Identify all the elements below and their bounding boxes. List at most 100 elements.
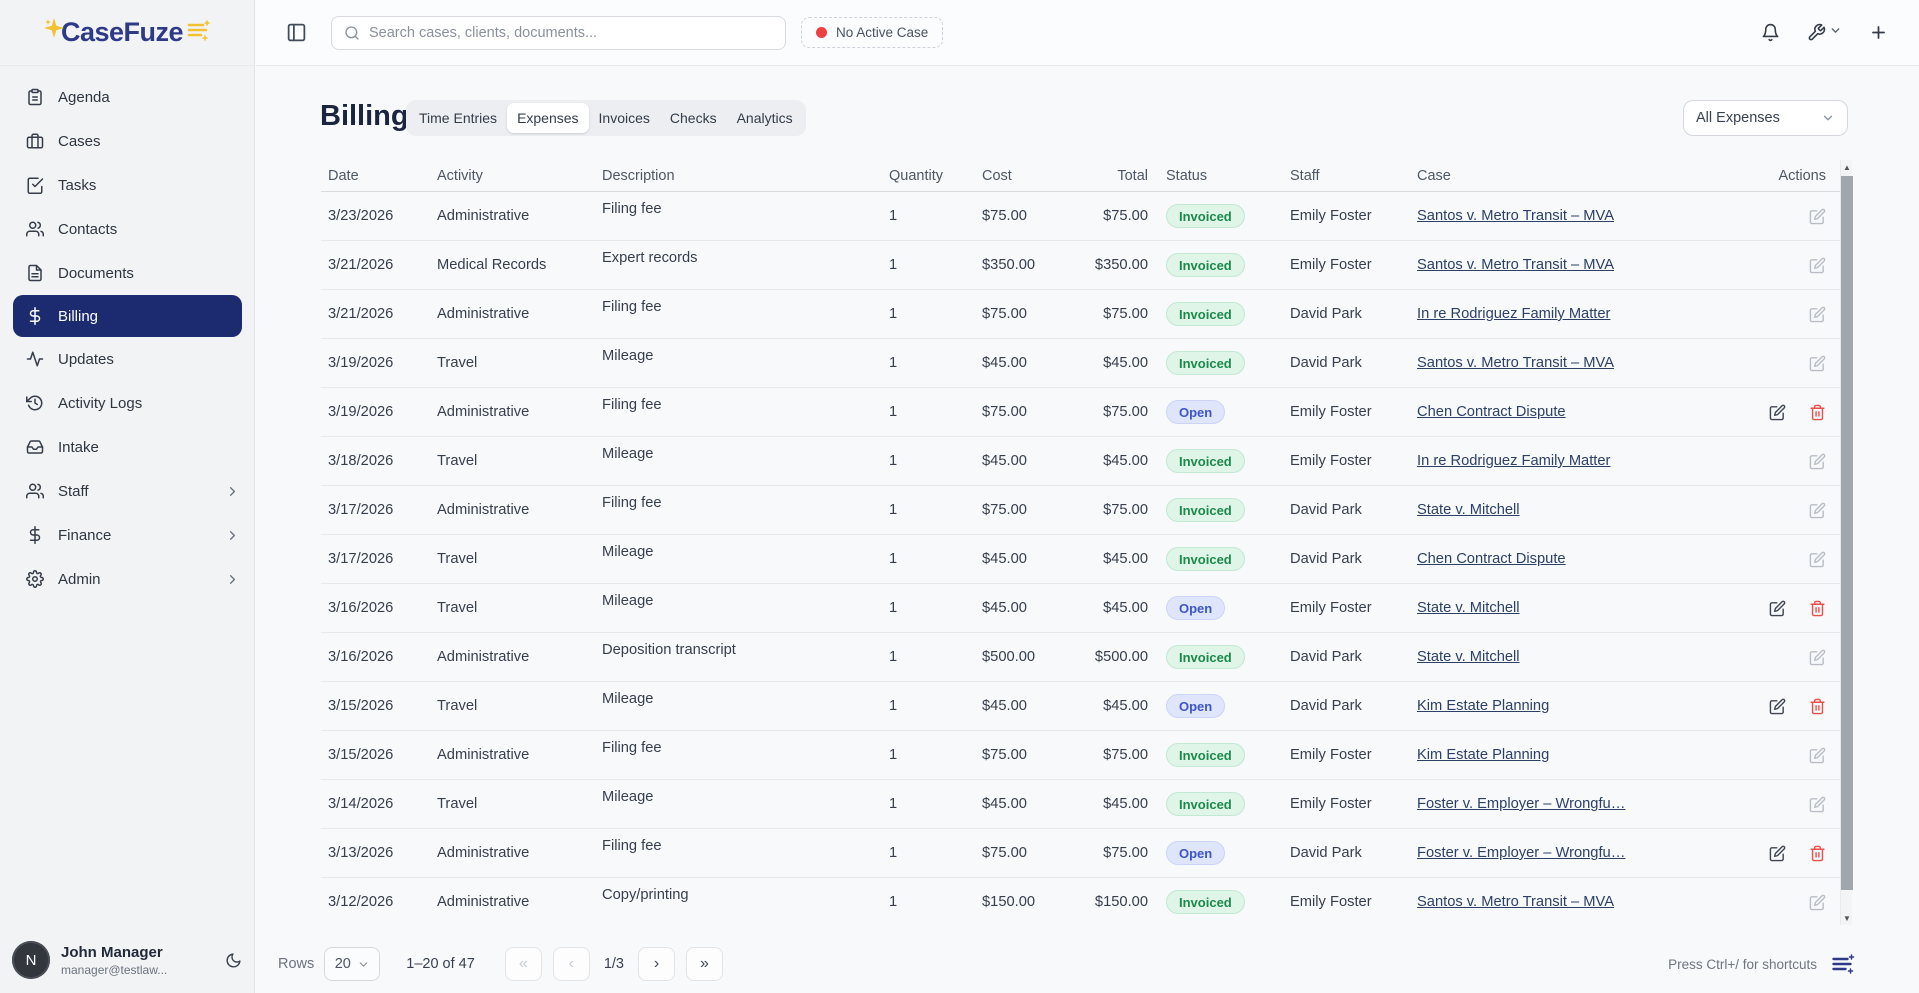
table-scrollbar[interactable]: ▲ ▼ xyxy=(1840,160,1852,925)
cell-date: 3/15/2026 xyxy=(328,682,437,730)
rows-per-page-select[interactable]: 20 xyxy=(324,947,380,981)
notifications-button[interactable] xyxy=(1761,23,1780,42)
scroll-up-icon[interactable]: ▲ xyxy=(1841,160,1853,174)
edit-icon[interactable] xyxy=(1809,796,1826,813)
edit-icon[interactable] xyxy=(1769,404,1786,421)
sidebar-item-admin[interactable]: Admin xyxy=(0,557,254,601)
cell-status: Invoiced xyxy=(1148,290,1290,338)
edit-icon[interactable] xyxy=(1769,600,1786,617)
search-input[interactable] xyxy=(369,25,773,41)
edit-icon[interactable] xyxy=(1809,306,1826,323)
logo-lines-icon xyxy=(185,18,211,47)
delete-icon[interactable] xyxy=(1809,600,1826,617)
add-new-button[interactable] xyxy=(1869,23,1888,42)
edit-icon[interactable] xyxy=(1769,845,1786,862)
tools-dropdown-button[interactable] xyxy=(1807,23,1842,42)
tab-checks[interactable]: Checks xyxy=(660,103,727,133)
tab-invoices[interactable]: Invoices xyxy=(589,103,660,133)
case-link[interactable]: Chen Contract Dispute xyxy=(1417,404,1566,420)
cell-quantity: 1 xyxy=(889,633,982,681)
scroll-down-icon[interactable]: ▼ xyxy=(1841,911,1853,925)
edit-icon[interactable] xyxy=(1809,453,1826,470)
user-profile[interactable]: N John Manager manager@testlaw... xyxy=(12,941,242,979)
edit-icon[interactable] xyxy=(1809,208,1826,225)
delete-icon[interactable] xyxy=(1809,698,1826,715)
case-link[interactable]: State v. Mitchell xyxy=(1417,502,1520,518)
check-square-icon xyxy=(25,175,45,195)
delete-icon[interactable] xyxy=(1809,404,1826,421)
edit-icon[interactable] xyxy=(1809,355,1826,372)
edit-icon[interactable] xyxy=(1809,747,1826,764)
cell-quantity: 1 xyxy=(889,584,982,632)
no-active-case-chip[interactable]: No Active Case xyxy=(801,17,943,48)
case-link[interactable]: In re Rodriguez Family Matter xyxy=(1417,306,1610,322)
cell-cost: $500.00 xyxy=(982,633,1072,681)
cell-description: Mileage xyxy=(602,535,889,583)
tab-time-entries[interactable]: Time Entries xyxy=(409,103,507,133)
cell-total: $45.00 xyxy=(1072,535,1148,583)
case-link[interactable]: Santos v. Metro Transit – MVA xyxy=(1417,208,1614,224)
next-page-button[interactable]: › xyxy=(638,947,675,981)
dark-mode-toggle[interactable] xyxy=(225,952,242,969)
case-link[interactable]: Santos v. Metro Transit – MVA xyxy=(1417,257,1614,273)
sidebar-item-activity-logs[interactable]: Activity Logs xyxy=(0,381,254,425)
table-row: 3/15/2026AdministrativeFiling fee1$75.00… xyxy=(321,731,1840,780)
cell-cost: $45.00 xyxy=(982,584,1072,632)
rows-per-page-value: 20 xyxy=(335,956,351,972)
cell-case: Chen Contract Dispute xyxy=(1417,388,1707,436)
search-icon xyxy=(344,25,360,41)
case-link[interactable]: Kim Estate Planning xyxy=(1417,698,1549,714)
case-link[interactable]: State v. Mitchell xyxy=(1417,600,1520,616)
sidebar-item-cases[interactable]: Cases xyxy=(0,119,254,163)
cell-case: Foster v. Employer – Wrongfu… xyxy=(1417,829,1707,877)
status-badge: Invoiced xyxy=(1166,645,1245,669)
case-link[interactable]: Santos v. Metro Transit – MVA xyxy=(1417,894,1614,910)
range-text: 1–20 of 47 xyxy=(406,956,475,972)
sidebar-toggle-icon[interactable] xyxy=(286,22,307,43)
delete-icon[interactable] xyxy=(1809,845,1826,862)
table-row: 3/21/2026Medical RecordsExpert records1$… xyxy=(321,241,1840,290)
tab-analytics[interactable]: Analytics xyxy=(727,103,803,133)
case-link[interactable]: Kim Estate Planning xyxy=(1417,747,1549,763)
sidebar-item-finance[interactable]: Finance xyxy=(0,513,254,557)
last-page-button[interactable]: » xyxy=(686,947,723,981)
first-page-button[interactable]: « xyxy=(505,947,542,981)
status-badge: Invoiced xyxy=(1166,792,1245,816)
sidebar-item-tasks[interactable]: Tasks xyxy=(0,163,254,207)
case-link[interactable]: State v. Mitchell xyxy=(1417,649,1520,665)
table-row: 3/13/2026AdministrativeFiling fee1$75.00… xyxy=(321,829,1840,878)
case-link[interactable]: Foster v. Employer – Wrongfu… xyxy=(1417,845,1625,861)
edit-icon[interactable] xyxy=(1809,257,1826,274)
case-link[interactable]: Foster v. Employer – Wrongfu… xyxy=(1417,796,1625,812)
sidebar-item-contacts[interactable]: Contacts xyxy=(0,207,254,251)
scrollbar-thumb[interactable] xyxy=(1841,176,1853,890)
case-link[interactable]: Chen Contract Dispute xyxy=(1417,551,1566,567)
app-root: CaseFuze AgendaCasesTasksContactsDocumen… xyxy=(0,0,1919,993)
cell-total: $75.00 xyxy=(1072,388,1148,436)
cell-status: Invoiced xyxy=(1148,535,1290,583)
shortcuts-lines-icon[interactable] xyxy=(1829,952,1856,976)
sidebar-item-documents[interactable]: Documents xyxy=(0,251,254,295)
sidebar-item-billing[interactable]: Billing xyxy=(13,295,242,337)
cell-total: $45.00 xyxy=(1072,584,1148,632)
edit-icon[interactable] xyxy=(1809,502,1826,519)
dollar-icon xyxy=(25,306,45,326)
sidebar-item-staff[interactable]: Staff xyxy=(0,469,254,513)
prev-page-button[interactable]: ‹ xyxy=(553,947,590,981)
cell-date: 3/12/2026 xyxy=(328,878,437,925)
expense-filter-select[interactable]: All Expenses xyxy=(1683,100,1848,136)
edit-icon[interactable] xyxy=(1769,698,1786,715)
case-link[interactable]: Santos v. Metro Transit – MVA xyxy=(1417,355,1614,371)
tab-expenses[interactable]: Expenses xyxy=(507,103,588,133)
edit-icon[interactable] xyxy=(1809,551,1826,568)
edit-icon[interactable] xyxy=(1809,649,1826,666)
cell-description: Filing fee xyxy=(602,731,889,779)
cell-cost: $75.00 xyxy=(982,486,1072,534)
cell-case: State v. Mitchell xyxy=(1417,633,1707,681)
sidebar-item-agenda[interactable]: Agenda xyxy=(0,75,254,119)
case-link[interactable]: In re Rodriguez Family Matter xyxy=(1417,453,1610,469)
edit-icon[interactable] xyxy=(1809,894,1826,911)
sidebar-item-updates[interactable]: Updates xyxy=(0,337,254,381)
chevron-right-icon xyxy=(225,484,240,499)
sidebar-item-intake[interactable]: Intake xyxy=(0,425,254,469)
